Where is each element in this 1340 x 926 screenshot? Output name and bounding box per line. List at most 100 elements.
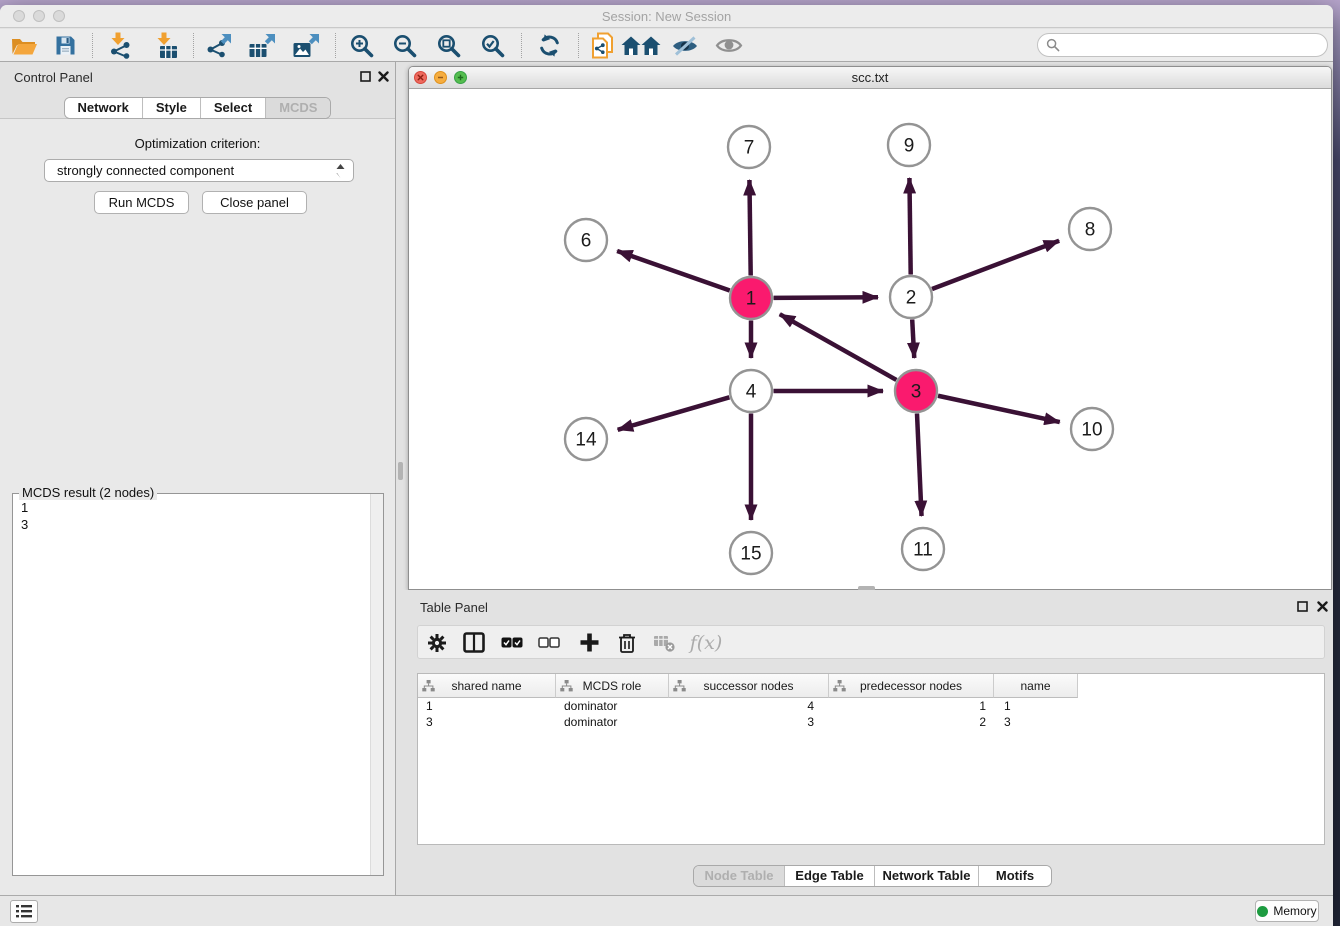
graph-node-label: 7 xyxy=(744,138,755,159)
export-image-icon xyxy=(292,33,320,59)
export-network-button[interactable] xyxy=(202,31,234,60)
zoom-out-icon xyxy=(392,33,418,59)
edge-3-10[interactable] xyxy=(938,396,1060,422)
close-panel-button[interactable] xyxy=(375,68,391,84)
edge-1-2[interactable] xyxy=(773,297,878,298)
edge-1-7[interactable] xyxy=(749,180,750,276)
graph-node-label: 11 xyxy=(913,540,933,561)
criterion-dropdown[interactable]: strongly connected component xyxy=(44,159,354,182)
tab-mcds[interactable]: MCDS xyxy=(265,98,330,118)
vertical-splitter-handle[interactable] xyxy=(398,462,403,480)
plus-icon xyxy=(457,74,464,81)
close-panel-action-button[interactable]: Close panel xyxy=(202,191,307,214)
memory-button[interactable]: Memory xyxy=(1255,900,1319,922)
zoom-fit-icon xyxy=(436,33,462,59)
export-image-button[interactable] xyxy=(290,31,322,60)
mcds-result-box: MCDS result (2 nodes) 13 xyxy=(12,493,384,876)
first-neighbors-button[interactable] xyxy=(620,31,662,60)
control-panel-title: Control Panel xyxy=(14,70,93,85)
close-table-panel-button[interactable] xyxy=(1314,598,1330,614)
minimize-network-button[interactable] xyxy=(434,71,447,84)
select-all-columns-button[interactable] xyxy=(497,629,527,656)
zoom-network-button[interactable] xyxy=(454,71,467,84)
checked-boxes-icon xyxy=(501,637,523,648)
zoom-out-button[interactable] xyxy=(389,31,421,60)
column-header-successor-nodes[interactable]: successor nodes xyxy=(669,674,829,698)
dropdown-stepper-icon xyxy=(334,163,347,179)
folder-open-icon xyxy=(11,35,38,56)
window-title: Session: New Session xyxy=(0,9,1333,24)
zoom-selected-button[interactable] xyxy=(477,31,509,60)
result-line: 3 xyxy=(21,516,362,533)
toolbar-separator xyxy=(521,33,522,58)
close-network-button[interactable] xyxy=(414,71,427,84)
tab-select[interactable]: Select xyxy=(200,98,265,118)
tab-motifs[interactable]: Motifs xyxy=(978,866,1051,886)
result-scrollbar[interactable] xyxy=(370,494,383,875)
table-row[interactable]: 3dominator323 xyxy=(418,714,1324,730)
columns-icon xyxy=(463,632,485,653)
graph-node-label: 8 xyxy=(1085,220,1096,241)
edge-2-9[interactable] xyxy=(909,178,910,275)
delete-table-button[interactable] xyxy=(649,629,679,656)
tab-network[interactable]: Network xyxy=(65,98,142,118)
tab-edge-table[interactable]: Edge Table xyxy=(784,866,874,886)
table-row[interactable]: 1dominator411 xyxy=(418,698,1324,714)
control-panel-tabs: NetworkStyleSelectMCDS xyxy=(64,97,332,119)
unselect-all-columns-button[interactable] xyxy=(534,629,564,656)
table-settings-button[interactable] xyxy=(422,629,452,656)
search-box xyxy=(1037,33,1328,57)
edge-3-11[interactable] xyxy=(917,413,922,516)
edge-1-6[interactable] xyxy=(617,251,730,291)
add-column-button[interactable] xyxy=(574,629,604,656)
function-builder-button[interactable]: f(x) xyxy=(687,629,725,656)
table-panel-title: Table Panel xyxy=(420,600,488,615)
tab-network-table[interactable]: Network Table xyxy=(874,866,978,886)
column-header-shared-name[interactable]: shared name xyxy=(418,674,556,698)
edge-2-8[interactable] xyxy=(932,241,1059,289)
delete-columns-button[interactable] xyxy=(612,629,642,656)
toolbar-separator xyxy=(92,33,93,58)
import-network-button[interactable] xyxy=(104,31,136,60)
network-canvas[interactable]: 7968124314101511 xyxy=(409,89,1331,589)
column-header-MCDS-role[interactable]: MCDS role xyxy=(556,674,669,698)
eye-slash-icon xyxy=(671,34,699,58)
memory-status-icon xyxy=(1257,906,1268,917)
task-history-button[interactable] xyxy=(10,900,38,923)
save-session-button[interactable] xyxy=(49,31,81,60)
show-columns-button[interactable] xyxy=(459,629,489,656)
graph-node-label: 2 xyxy=(906,288,917,309)
run-mcds-button[interactable]: Run MCDS xyxy=(94,191,189,214)
mcds-result-lines: 13 xyxy=(13,494,370,875)
float-panel-button[interactable] xyxy=(357,68,373,84)
graph-node-label: 15 xyxy=(740,544,761,565)
import-table-button[interactable] xyxy=(150,31,182,60)
float-table-panel-button[interactable] xyxy=(1294,598,1310,614)
graph-node-label: 14 xyxy=(575,430,597,451)
close-icon xyxy=(417,74,424,81)
graph-node-label: 10 xyxy=(1081,420,1102,441)
duplicate-network-button[interactable] xyxy=(587,31,619,60)
tab-style[interactable]: Style xyxy=(142,98,200,118)
hide-selected-button[interactable] xyxy=(669,31,701,60)
graph-node-label: 9 xyxy=(904,136,915,157)
document-share-icon xyxy=(591,32,615,59)
column-header-predecessor-nodes[interactable]: predecessor nodes xyxy=(829,674,994,698)
edge-3-1[interactable] xyxy=(780,314,897,380)
zoom-fit-button[interactable] xyxy=(433,31,465,60)
edge-2-3[interactable] xyxy=(912,319,914,358)
network-view-frame: scc.txt 7968124314101511 xyxy=(408,66,1332,590)
graph-node-label: 1 xyxy=(746,289,757,310)
open-file-button[interactable] xyxy=(8,31,40,60)
column-header-name[interactable]: name xyxy=(994,674,1078,698)
criterion-value: strongly connected component xyxy=(57,163,234,178)
toolbar-separator xyxy=(193,33,194,58)
refresh-button[interactable] xyxy=(533,31,565,60)
float-window-icon xyxy=(360,71,371,82)
search-input[interactable] xyxy=(1065,38,1327,52)
tab-node-table[interactable]: Node Table xyxy=(694,866,784,886)
zoom-in-button[interactable] xyxy=(346,31,378,60)
show-all-button[interactable] xyxy=(713,31,745,60)
edge-4-14[interactable] xyxy=(618,397,730,429)
export-table-button[interactable] xyxy=(246,31,278,60)
